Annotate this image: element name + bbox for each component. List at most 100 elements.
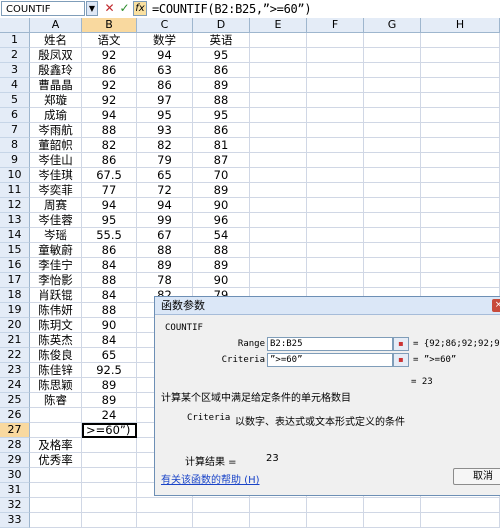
cell[interactable] [30,513,82,528]
cell[interactable] [364,93,421,108]
cell[interactable]: 67.5 [82,168,137,183]
cell[interactable]: 55.5 [82,228,137,243]
cell[interactable] [421,513,500,528]
cell[interactable] [307,138,364,153]
cell[interactable] [137,513,193,528]
column-header-h[interactable]: H [421,18,500,33]
row-header[interactable]: 31 [0,483,30,498]
cell[interactable]: 95 [193,48,250,63]
range-collapse-icon[interactable]: ▪ [393,337,409,351]
cell[interactable]: 63 [137,63,193,78]
select-all-corner[interactable] [0,18,30,33]
cell[interactable]: 李佳宁 [30,258,82,273]
cell[interactable]: 李怡影 [30,273,82,288]
cell[interactable]: 89 [193,258,250,273]
row-header[interactable]: 10 [0,168,30,183]
cell[interactable]: 90 [193,198,250,213]
row-header[interactable]: 20 [0,318,30,333]
name-box-dropdown-icon[interactable]: ▼ [86,1,98,16]
cell[interactable]: 92.5 [82,363,137,378]
cell[interactable]: 81 [193,138,250,153]
cell[interactable] [421,153,500,168]
cell[interactable]: 成瑜 [30,108,82,123]
cell[interactable]: 67 [137,228,193,243]
row-header[interactable]: 12 [0,198,30,213]
cell[interactable]: 65 [82,348,137,363]
cell[interactable] [421,243,500,258]
cell[interactable]: 英语 [193,33,250,48]
cell[interactable]: 86 [82,243,137,258]
cell[interactable] [307,93,364,108]
cell[interactable]: 岑瑶 [30,228,82,243]
cell[interactable]: 96 [193,213,250,228]
criteria-collapse-icon[interactable]: ▪ [393,353,409,367]
row-header[interactable]: 26 [0,408,30,423]
cell[interactable] [307,153,364,168]
cell[interactable] [250,123,307,138]
cell[interactable] [364,168,421,183]
cell[interactable] [30,423,82,438]
cell[interactable]: 89 [193,183,250,198]
cell[interactable]: 89 [193,78,250,93]
cell[interactable] [421,93,500,108]
cell[interactable]: 24 [82,408,137,423]
row-header[interactable]: 23 [0,363,30,378]
cell[interactable] [364,108,421,123]
cell[interactable] [364,198,421,213]
column-header-a[interactable]: A [30,18,82,33]
cell[interactable] [364,138,421,153]
cell[interactable] [82,438,137,453]
column-header-e[interactable]: E [250,18,307,33]
cell[interactable] [307,78,364,93]
cell[interactable] [421,33,500,48]
cell[interactable] [364,123,421,138]
cell[interactable]: 88 [137,243,193,258]
cell[interactable]: 陈玥文 [30,318,82,333]
cell[interactable]: 88 [82,123,137,138]
cell[interactable]: 岑雨航 [30,123,82,138]
cell[interactable]: 54 [193,228,250,243]
cell[interactable] [250,228,307,243]
enter-icon[interactable]: ✓ [117,1,132,16]
cell[interactable]: 肖跃锟 [30,288,82,303]
cell[interactable] [307,48,364,63]
column-header-d[interactable]: D [193,18,250,33]
cell[interactable]: 86 [137,78,193,93]
row-header[interactable]: 4 [0,78,30,93]
cell[interactable] [421,138,500,153]
row-header[interactable]: 6 [0,108,30,123]
cell[interactable]: 95 [193,108,250,123]
cell[interactable] [364,513,421,528]
cell[interactable] [250,48,307,63]
row-header[interactable]: 28 [0,438,30,453]
row-header[interactable]: 21 [0,333,30,348]
cell[interactable]: 92 [82,48,137,63]
cell[interactable] [421,258,500,273]
cell[interactable]: 陈英杰 [30,333,82,348]
cell[interactable]: 殷凤双 [30,48,82,63]
cell[interactable] [82,513,137,528]
cell[interactable] [364,48,421,63]
cell[interactable] [307,273,364,288]
cell[interactable] [250,498,307,513]
row-header[interactable]: 15 [0,243,30,258]
cell[interactable]: 89 [137,258,193,273]
cell[interactable]: 陈思颖 [30,378,82,393]
cell[interactable]: 88 [193,93,250,108]
row-header[interactable]: 18 [0,288,30,303]
cell[interactable]: 89 [82,393,137,408]
cell[interactable] [250,108,307,123]
cell[interactable] [421,198,500,213]
row-header[interactable]: 17 [0,273,30,288]
cell[interactable] [364,183,421,198]
cell[interactable]: 数学 [137,33,193,48]
row-header[interactable]: 1 [0,33,30,48]
close-icon[interactable]: × [492,299,500,312]
row-header[interactable]: 30 [0,468,30,483]
cell[interactable]: 岑奕菲 [30,183,82,198]
row-header[interactable]: 7 [0,123,30,138]
help-link[interactable]: 有关该函数的帮助 (H) [161,471,260,486]
cell[interactable]: 姓名 [30,33,82,48]
cell[interactable] [364,33,421,48]
cell[interactable] [421,168,500,183]
